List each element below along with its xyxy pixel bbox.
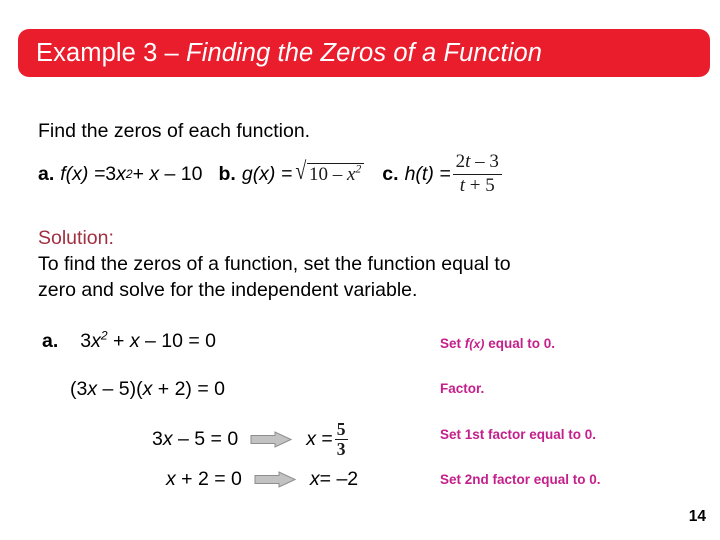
- solution-body: To find the zeros of a function, set the…: [38, 253, 511, 301]
- fraction-numerator: 2t – 3: [453, 151, 502, 174]
- fraction-numerator-coef: 2: [455, 151, 466, 172]
- step-row: x + 2 = 0 x = –2: [166, 468, 358, 491]
- step-note-4: Set 2nd factor equal to 0.: [440, 472, 601, 487]
- function-item-c: c. h(t) = 2t – 3 t + 5: [382, 151, 504, 197]
- step1-lead: 3: [80, 330, 92, 352]
- function-item-b: b. g(x) = √ 10 – x2: [218, 158, 367, 187]
- page-title: Example 3 – Finding the Zeros of a Funct…: [36, 39, 542, 68]
- step-result-3: x = 5 3: [306, 420, 349, 459]
- functions-list: a. f(x) = 3x2 + x – 10 b. g(x) = √ 10 – …: [38, 151, 504, 197]
- function-expr-a-lead: 3: [105, 163, 117, 186]
- note1-post: equal to 0.: [484, 336, 555, 351]
- function-expr-a-var: x: [116, 163, 126, 186]
- step-equation-1: 3x2 + x – 10 = 0: [80, 328, 217, 353]
- slide-title-banner: Example 3 – Finding the Zeros of a Funct…: [18, 29, 710, 77]
- function-name-a: f(x) =: [60, 163, 106, 186]
- fraction-expression: 2t – 3 t + 5: [452, 151, 502, 197]
- function-expr-a-tail: + x – 10: [132, 163, 203, 186]
- function-item-a: a. f(x) = 3x2 + x – 10: [38, 163, 203, 186]
- radical-expression: √ 10 – x2: [294, 158, 365, 186]
- step-note-1: Set f(x) equal to 0.: [440, 336, 555, 351]
- step-marker-a: a.: [42, 330, 59, 352]
- block-arrow-right-icon: [250, 431, 293, 448]
- step1-var: x: [91, 330, 101, 352]
- step-row: (3x – 5)(x + 2) = 0: [70, 378, 225, 401]
- step1-tail: + x – 10 = 0: [107, 330, 217, 352]
- radicand-exponent: 2: [355, 162, 362, 176]
- prompt-text: Find the zeros of each function.: [38, 120, 311, 142]
- step1-exponent: 2: [100, 328, 108, 343]
- function-marker-c: c.: [382, 163, 399, 186]
- radicand-lead: 10 –: [308, 164, 347, 186]
- step-row: 3x – 5 = 0 x = 5 3: [152, 420, 350, 459]
- function-marker-b: b.: [218, 163, 236, 186]
- block-arrow-right-icon: [254, 471, 297, 488]
- fraction-denominator-tail: + 5: [465, 174, 495, 196]
- radicand: 10 – x2: [306, 162, 365, 186]
- step-result-4: x = –2: [309, 468, 359, 490]
- step-equation-3: 3x – 5 = 0: [152, 428, 239, 451]
- function-marker-a: a.: [38, 163, 55, 186]
- step-equation-4: x + 2 = 0: [166, 468, 242, 490]
- step3-result-lead: x =: [306, 428, 333, 451]
- solution-label: Solution:: [38, 227, 114, 249]
- fraction-denominator: t + 5: [457, 175, 498, 197]
- note1-pre: Set: [440, 336, 465, 351]
- function-name-b: g(x) =: [241, 163, 293, 186]
- radical-icon: √: [295, 158, 307, 186]
- step-note-2: Factor.: [440, 381, 485, 396]
- step-equation-2: (3x – 5)(x + 2) = 0: [70, 378, 225, 400]
- note1-arg: (x): [469, 337, 485, 351]
- fraction-numerator-tail: – 3: [470, 151, 499, 172]
- page-title-emphasis: Finding the Zeros of a Function: [186, 38, 543, 67]
- result-fraction-numerator: 5: [336, 419, 346, 439]
- step-row: a. 3x2 + x – 10 = 0: [42, 328, 217, 353]
- result-fraction-denominator: 3: [336, 439, 346, 460]
- function-name-c: h(t) =: [404, 163, 451, 186]
- result-fraction: 5 3: [334, 419, 348, 460]
- page-number: 14: [688, 508, 706, 525]
- page-title-prefix: Example 3 –: [36, 38, 187, 67]
- step-note-3: Set 1st factor equal to 0.: [440, 427, 597, 442]
